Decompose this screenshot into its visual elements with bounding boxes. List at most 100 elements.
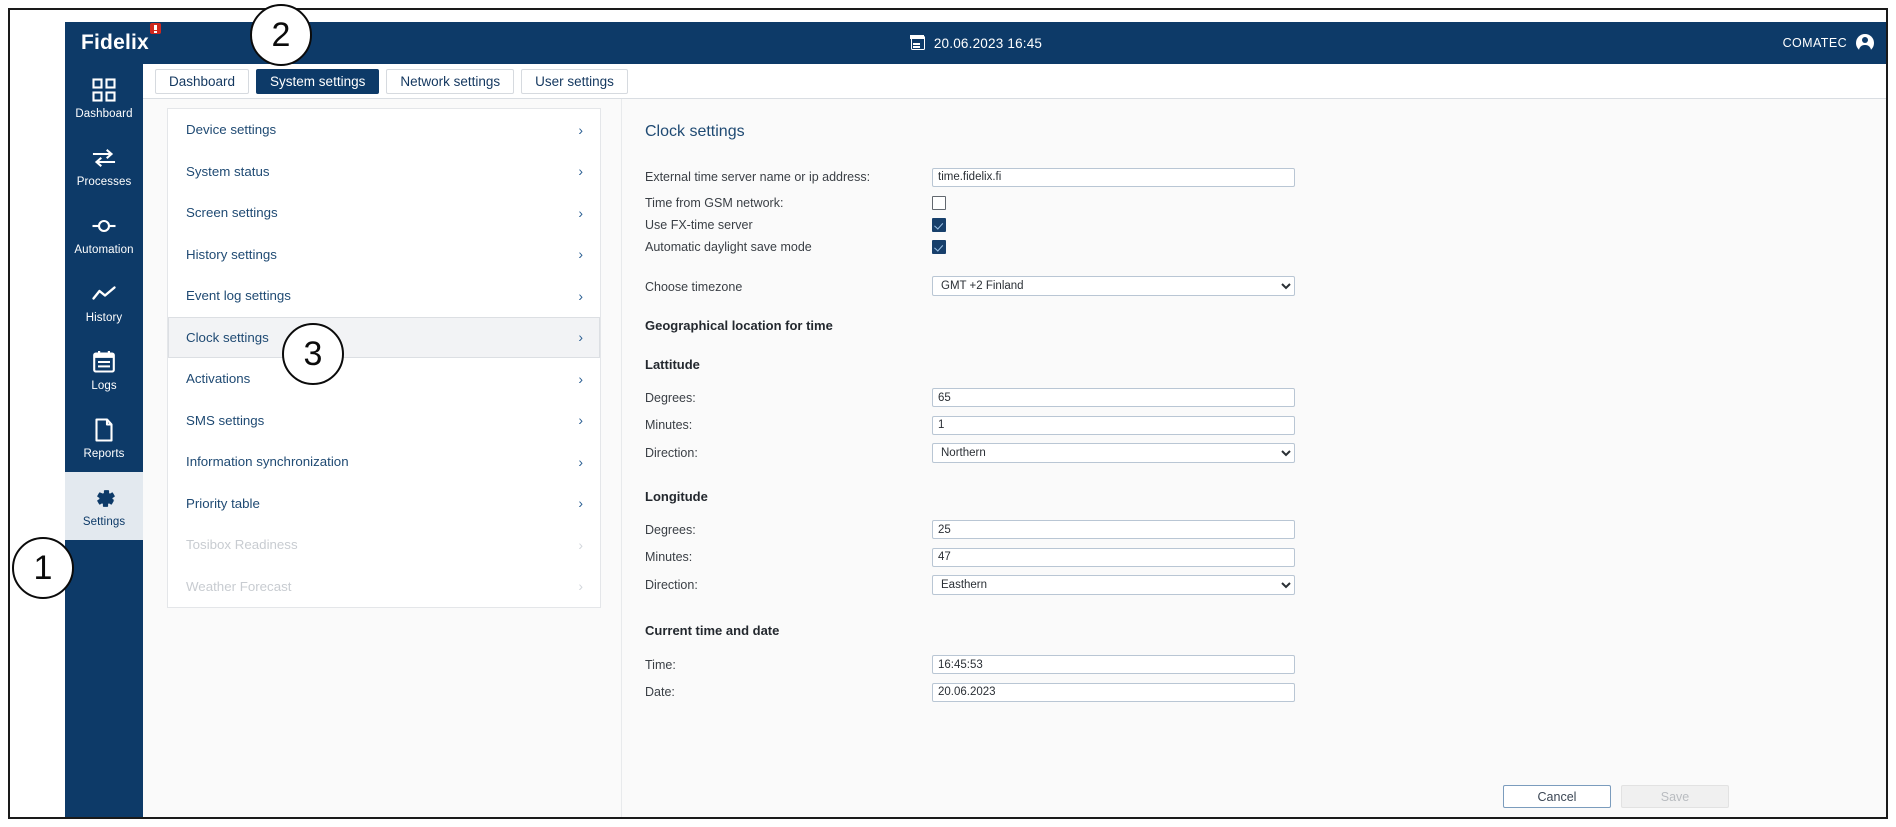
- clock-settings-form: External time server name or ip address:…: [645, 162, 1845, 706]
- latitude-direction-select[interactable]: Northern: [932, 443, 1295, 463]
- sidebar-item-history[interactable]: History: [65, 268, 143, 336]
- calendar-icon: [910, 35, 925, 50]
- top-bar-user-group[interactable]: COMATEC: [1783, 34, 1874, 52]
- list-item-label: SMS settings: [186, 412, 265, 428]
- chevron-right-icon: ›: [578, 495, 583, 512]
- gsm-time-checkbox[interactable]: [932, 196, 946, 210]
- chevron-right-icon: ›: [578, 204, 583, 221]
- sidebar-label: Reports: [83, 447, 125, 460]
- tab-system-settings[interactable]: System settings: [256, 68, 380, 94]
- list-item-label: Screen settings: [186, 205, 278, 221]
- time-server-input[interactable]: [932, 167, 1295, 187]
- tab-network-settings[interactable]: Network settings: [386, 68, 515, 94]
- sidebar-item-logs[interactable]: Logs: [65, 336, 143, 404]
- sidebar-item-automation[interactable]: Automation: [65, 200, 143, 268]
- list-item-label: Clock settings: [186, 329, 269, 345]
- list-item-label: Weather Forecast: [186, 578, 292, 594]
- field-gsm-time: Time from GSM network:: [645, 192, 1845, 214]
- field-longitude-direction: Direction: Easthern: [645, 571, 1845, 599]
- chevron-right-icon: ›: [578, 536, 583, 553]
- current-time-input[interactable]: [932, 655, 1295, 674]
- sidebar-item-dashboard[interactable]: Dashboard: [65, 64, 143, 132]
- field-latitude-degrees: Degrees:: [645, 384, 1845, 411]
- settings-list-information-synchronization[interactable]: Information synchronization ›: [168, 441, 600, 483]
- sidebar-label: Automation: [74, 243, 134, 256]
- gsm-time-label: Time from GSM network:: [645, 196, 784, 210]
- time-server-label: External time server name or ip address:: [645, 170, 871, 184]
- dashboard-grid-icon: [91, 77, 117, 103]
- list-item-label: Information synchronization: [186, 454, 349, 470]
- tab-dashboard[interactable]: Dashboard: [155, 68, 250, 94]
- sidebar-label: Processes: [76, 175, 132, 188]
- settings-list-event-log-settings[interactable]: Event log settings ›: [168, 275, 600, 317]
- field-daylight-save: Automatic daylight save mode: [645, 236, 1845, 258]
- field-current-time: Time:: [645, 651, 1845, 678]
- application-window: Fidelix 20.06.2023 16:45 COMATEC Dashboa…: [8, 8, 1888, 819]
- list-item-label: Activations: [186, 371, 251, 387]
- field-fx-time-server: Use FX-time server: [645, 214, 1845, 236]
- settings-list-history-settings[interactable]: History settings ›: [168, 234, 600, 276]
- field-time-server: External time server name or ip address:: [645, 162, 1845, 192]
- sidebar-item-settings[interactable]: Settings: [65, 472, 143, 540]
- current-date-label: Date:: [645, 685, 675, 699]
- left-sidebar: Dashboard Processes Automation History L…: [65, 64, 143, 817]
- content-area: Dashboard System settings Network settin…: [143, 64, 1886, 817]
- brand-logo[interactable]: Fidelix: [81, 23, 161, 55]
- sidebar-label: History: [85, 311, 123, 324]
- latitude-degrees-input[interactable]: [932, 388, 1295, 407]
- settings-list-screen-settings[interactable]: Screen settings ›: [168, 192, 600, 234]
- daylight-save-checkbox[interactable]: [932, 240, 946, 254]
- list-item-label: System status: [186, 163, 270, 179]
- longitude-direction-select[interactable]: Easthern: [932, 575, 1295, 595]
- longitude-minutes-input[interactable]: [932, 547, 1295, 567]
- sidebar-label: Dashboard: [75, 107, 133, 120]
- settings-list: Device settings › System status › Screen…: [167, 108, 601, 608]
- timezone-select[interactable]: GMT +2 Finland: [932, 276, 1295, 296]
- chevron-right-icon: ›: [578, 246, 583, 263]
- sidebar-item-processes[interactable]: Processes: [65, 132, 143, 200]
- list-item-label: Tosibox Readiness: [186, 537, 298, 553]
- fx-time-server-label: Use FX-time server: [645, 218, 753, 232]
- current-date-input[interactable]: [932, 682, 1295, 702]
- processes-loop-icon: [91, 145, 117, 171]
- alert-badge-icon: [149, 23, 161, 34]
- sidebar-item-reports[interactable]: Reports: [65, 404, 143, 472]
- fx-time-server-checkbox[interactable]: [932, 218, 946, 232]
- settings-list-priority-table[interactable]: Priority table ›: [168, 483, 600, 525]
- chevron-right-icon: ›: [578, 578, 583, 595]
- top-bar: Fidelix 20.06.2023 16:45 COMATEC: [65, 22, 1886, 64]
- field-latitude-direction: Direction: Northern: [645, 439, 1845, 467]
- settings-list-clock-settings[interactable]: Clock settings ›: [168, 316, 600, 358]
- current-time-heading: Current time and date: [645, 623, 780, 638]
- tab-user-settings[interactable]: User settings: [521, 68, 628, 94]
- sidebar-label: Settings: [82, 515, 126, 528]
- field-timezone: Choose timezone GMT +2 Finland: [645, 258, 1845, 296]
- longitude-heading: Longitude: [645, 489, 708, 504]
- settings-list-device-settings[interactable]: Device settings ›: [168, 109, 600, 151]
- cancel-button[interactable]: Cancel: [1503, 785, 1611, 808]
- list-item-label: Priority table: [186, 495, 260, 511]
- settings-gear-icon: [91, 485, 117, 511]
- history-trend-icon: [91, 281, 117, 307]
- field-current-date: Date:: [645, 678, 1845, 706]
- annotation-marker-2: 2: [250, 4, 312, 66]
- brand-name: Fidelix: [81, 31, 149, 54]
- settings-list-activations[interactable]: Activations ›: [168, 358, 600, 400]
- settings-list-system-status[interactable]: System status ›: [168, 151, 600, 193]
- longitude-degrees-input[interactable]: [932, 520, 1295, 539]
- chevron-right-icon: ›: [578, 370, 583, 387]
- chevron-right-icon: ›: [578, 121, 583, 138]
- topbar-username: COMATEC: [1782, 36, 1847, 50]
- current-time-label: Time:: [645, 657, 676, 672]
- settings-list-sms-settings[interactable]: SMS settings ›: [168, 400, 600, 442]
- latitude-direction-label: Direction:: [645, 446, 698, 460]
- save-button: Save: [1621, 785, 1729, 808]
- latitude-minutes-label: Minutes:: [645, 418, 693, 432]
- list-item-label: Event log settings: [186, 288, 291, 304]
- user-avatar-icon[interactable]: [1856, 34, 1874, 52]
- settings-list-tosibox-readiness: Tosibox Readiness ›: [168, 524, 600, 566]
- longitude-degrees-label: Degrees:: [645, 522, 696, 537]
- latitude-minutes-input[interactable]: [932, 415, 1295, 435]
- settings-panes: Device settings › System status › Screen…: [143, 99, 1886, 817]
- logs-calendar-icon: [91, 349, 117, 375]
